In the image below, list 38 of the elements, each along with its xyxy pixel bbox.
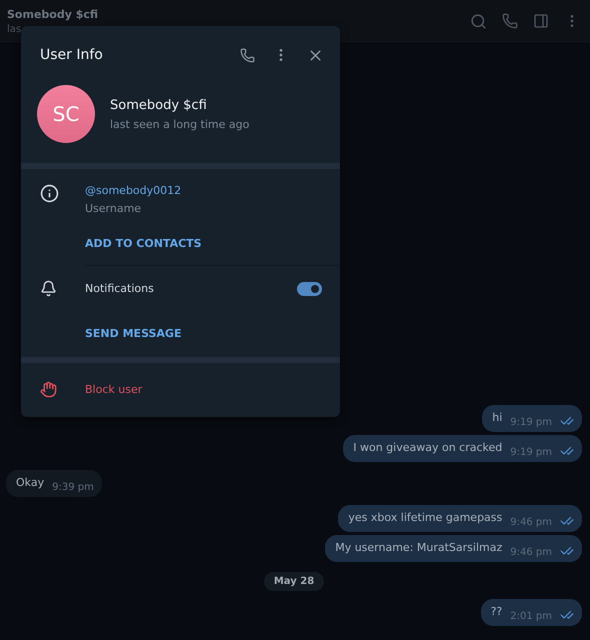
message-text: hi xyxy=(492,411,502,426)
read-check-icon xyxy=(560,544,574,558)
username-label: Username xyxy=(85,202,142,215)
send-message-button[interactable]: SEND MESSAGE xyxy=(85,327,182,340)
username-value[interactable]: @somebody0012 xyxy=(85,184,340,197)
message-time: 9:46 pm xyxy=(510,517,552,528)
read-check-icon xyxy=(560,414,574,428)
notifications-label: Notifications xyxy=(85,282,155,295)
message-time: 9:19 pm xyxy=(510,447,552,458)
message-text: ?? xyxy=(490,605,502,620)
avatar-initials: SC xyxy=(52,102,80,126)
bell-icon xyxy=(40,280,57,297)
date-label: May 28 xyxy=(264,572,324,591)
add-to-contacts-button[interactable]: ADD TO CONTACTS xyxy=(85,237,202,250)
phone-icon[interactable] xyxy=(502,13,518,29)
chat-status: las xyxy=(7,24,22,35)
block-user-button[interactable]: Block user xyxy=(85,383,142,396)
notifications-toggle[interactable] xyxy=(297,282,322,296)
phone-icon[interactable] xyxy=(240,48,255,62)
info-icon xyxy=(40,184,59,203)
read-check-icon xyxy=(560,444,574,458)
message-time: 9:19 pm xyxy=(510,417,552,428)
sidebar-toggle-icon[interactable] xyxy=(533,13,549,29)
read-check-icon xyxy=(560,514,574,528)
message-text: I won giveaway on cracked xyxy=(353,441,502,456)
search-icon[interactable] xyxy=(470,13,487,30)
read-check-icon xyxy=(560,608,574,622)
user-name: Somebody $cfi xyxy=(110,98,208,112)
hand-icon xyxy=(40,381,57,398)
message-text: yes xbox lifetime gamepass xyxy=(348,511,502,526)
message-text: Okay xyxy=(16,476,44,491)
dialog-title: User Info xyxy=(40,47,104,63)
message-time: 9:46 pm xyxy=(510,547,552,558)
message-text: My username: MuratSarsilmaz xyxy=(335,541,502,556)
chat-title: Somebody $cfi xyxy=(7,8,100,21)
message-time: 9:39 pm xyxy=(52,482,94,493)
last-seen-status: last seen a long time ago xyxy=(110,118,250,130)
message-time: 2:01 pm xyxy=(510,611,552,622)
